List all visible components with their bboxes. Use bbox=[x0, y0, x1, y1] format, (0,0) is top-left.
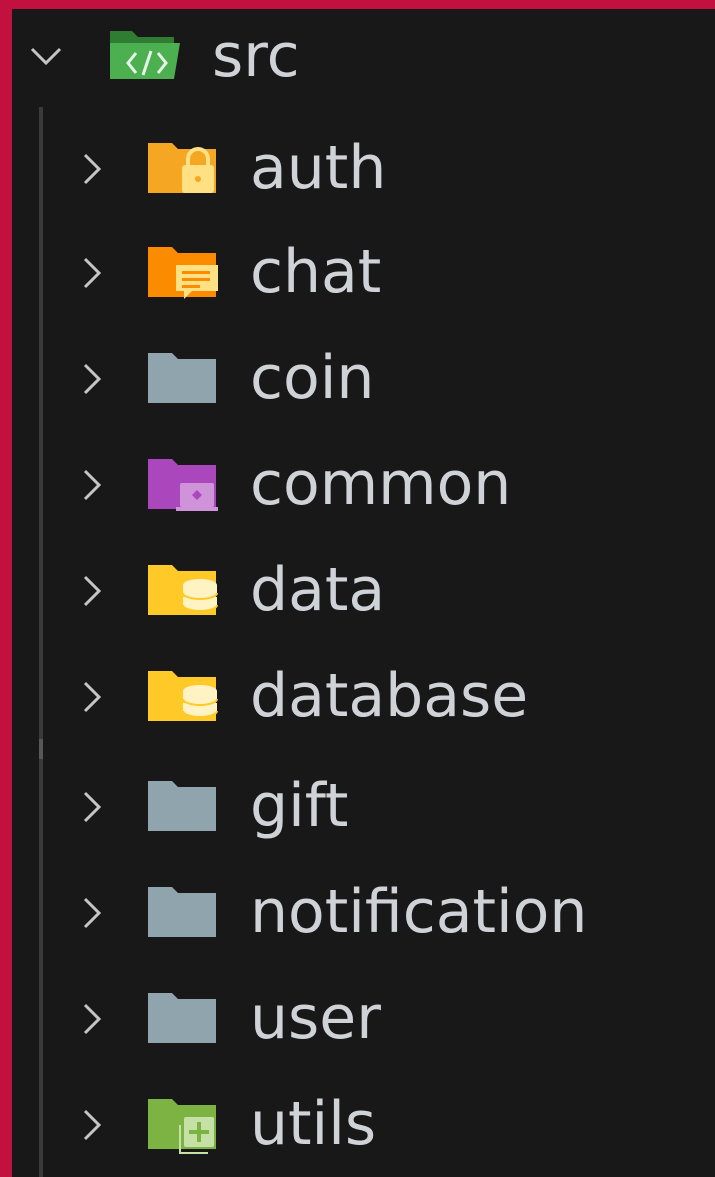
folder-database-icon bbox=[146, 667, 222, 725]
chevron-right-icon[interactable] bbox=[72, 1105, 112, 1145]
tree-item-coin[interactable]: coin bbox=[12, 327, 715, 433]
folder-icon bbox=[146, 349, 222, 407]
tree-item-label: notification bbox=[250, 877, 588, 947]
folder-icon bbox=[146, 777, 222, 835]
tree-item-label: user bbox=[250, 983, 381, 1053]
tree-item-label: gift bbox=[250, 771, 349, 841]
tree-item-user[interactable]: user bbox=[12, 967, 715, 1073]
tree-item-auth[interactable]: auth bbox=[12, 117, 715, 223]
chevron-right-icon[interactable] bbox=[72, 893, 112, 933]
tree-item-utils[interactable]: utils bbox=[12, 1073, 715, 1177]
tree-item-label: utils bbox=[250, 1089, 377, 1159]
folder-icon bbox=[146, 989, 222, 1047]
folder-src-open-icon bbox=[108, 25, 184, 83]
tree-item-notification[interactable]: notification bbox=[12, 861, 715, 967]
tree-item-label: common bbox=[250, 449, 512, 519]
folder-chat-icon bbox=[146, 243, 222, 301]
chevron-right-icon[interactable] bbox=[72, 677, 112, 717]
tree-item-label: chat bbox=[250, 237, 382, 307]
chevron-right-icon[interactable] bbox=[72, 359, 112, 399]
tree-item-label: coin bbox=[250, 343, 375, 413]
chevron-right-icon[interactable] bbox=[72, 149, 112, 189]
folder-data-icon bbox=[146, 561, 222, 619]
folder-auth-icon bbox=[146, 139, 222, 197]
tree-item-common[interactable]: common bbox=[12, 433, 715, 539]
chevron-right-icon[interactable] bbox=[72, 999, 112, 1039]
tree-item-data[interactable]: data bbox=[12, 539, 715, 645]
chevron-down-icon[interactable] bbox=[26, 37, 66, 77]
chevron-right-icon[interactable] bbox=[72, 787, 112, 827]
chevron-right-icon[interactable] bbox=[72, 465, 112, 505]
tree-item-label: src bbox=[212, 21, 300, 91]
tree-item-database[interactable]: database bbox=[12, 645, 715, 751]
folder-common-icon bbox=[146, 455, 222, 513]
folder-icon bbox=[146, 883, 222, 941]
tree-item-label: data bbox=[250, 555, 386, 625]
tree-item-chat[interactable]: chat bbox=[12, 221, 715, 327]
tree-item-gift[interactable]: gift bbox=[12, 755, 715, 861]
tree-item-src[interactable]: src bbox=[12, 9, 715, 107]
chevron-right-icon[interactable] bbox=[72, 571, 112, 611]
folder-utils-icon bbox=[146, 1095, 222, 1154]
chevron-right-icon[interactable] bbox=[72, 253, 112, 293]
explorer-panel: src auth chat coin common data database … bbox=[0, 0, 715, 1177]
tree-item-label: auth bbox=[250, 133, 387, 203]
file-tree: src auth chat coin common data database … bbox=[12, 9, 715, 1177]
tree-item-label: database bbox=[250, 661, 529, 731]
